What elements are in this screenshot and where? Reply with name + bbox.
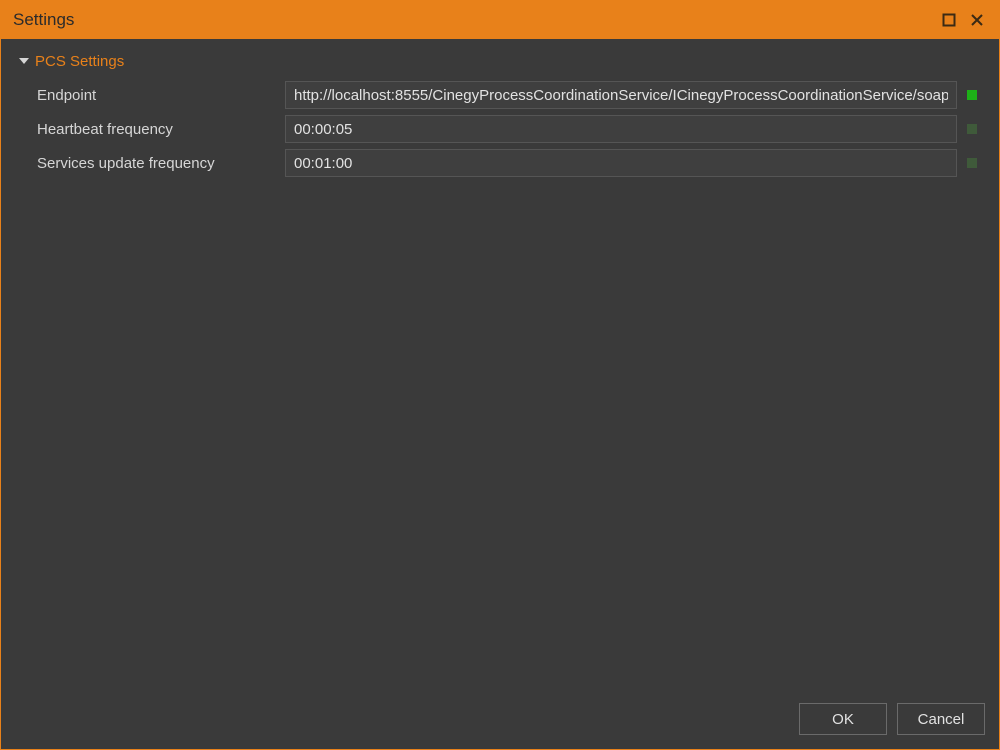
- section-title: PCS Settings: [35, 53, 124, 70]
- services-update-status-indicator: [963, 158, 981, 168]
- services-update-label: Services update frequency: [37, 155, 285, 172]
- close-icon: [970, 13, 984, 27]
- close-button[interactable]: [965, 8, 989, 32]
- section-header[interactable]: PCS Settings: [19, 53, 981, 70]
- window-title: Settings: [13, 10, 933, 30]
- maximize-button[interactable]: [937, 8, 961, 32]
- heartbeat-input[interactable]: [285, 115, 957, 143]
- endpoint-input[interactable]: [285, 81, 957, 109]
- row-services-update: Services update frequency: [13, 146, 981, 180]
- status-icon: [967, 90, 977, 100]
- row-heartbeat: Heartbeat frequency: [13, 112, 981, 146]
- content-area: PCS Settings Endpoint Heartbeat frequenc…: [1, 39, 999, 697]
- heartbeat-label: Heartbeat frequency: [37, 121, 285, 138]
- heartbeat-status-indicator: [963, 124, 981, 134]
- status-icon: [967, 124, 977, 134]
- titlebar: Settings: [1, 1, 999, 39]
- endpoint-label: Endpoint: [37, 87, 285, 104]
- services-update-input[interactable]: [285, 149, 957, 177]
- cancel-button[interactable]: Cancel: [897, 703, 985, 735]
- endpoint-status-indicator: [963, 90, 981, 100]
- status-icon: [967, 158, 977, 168]
- footer: OK Cancel: [1, 697, 999, 749]
- ok-button[interactable]: OK: [799, 703, 887, 735]
- collapse-icon: [19, 53, 29, 70]
- row-endpoint: Endpoint: [13, 78, 981, 112]
- maximize-icon: [942, 13, 956, 27]
